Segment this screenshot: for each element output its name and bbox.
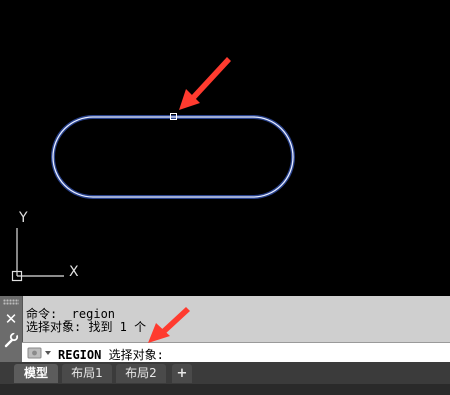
- slot-polyline-core: [52, 116, 294, 198]
- slot-polyline[interactable]: [51, 115, 295, 199]
- layout-tabs-bar: 模型 布局1 布局2 +: [0, 362, 450, 384]
- canvas-graphics: Y X: [11, 57, 295, 282]
- status-strip: [0, 384, 450, 395]
- annotation-arrow-top: [179, 57, 231, 110]
- drawing-canvas[interactable]: Y X: [0, 0, 450, 296]
- ucs-y-label: Y: [18, 210, 28, 226]
- ucs-x-label: X: [69, 264, 79, 280]
- tab-layout1[interactable]: 布局1: [62, 364, 112, 383]
- tab-model[interactable]: 模型: [14, 364, 58, 383]
- annotation-arrow-bottom: [148, 307, 190, 343]
- add-layout-button[interactable]: +: [172, 364, 192, 383]
- tab-layout2[interactable]: 布局2: [116, 364, 166, 383]
- ucs-icon: [11, 228, 64, 282]
